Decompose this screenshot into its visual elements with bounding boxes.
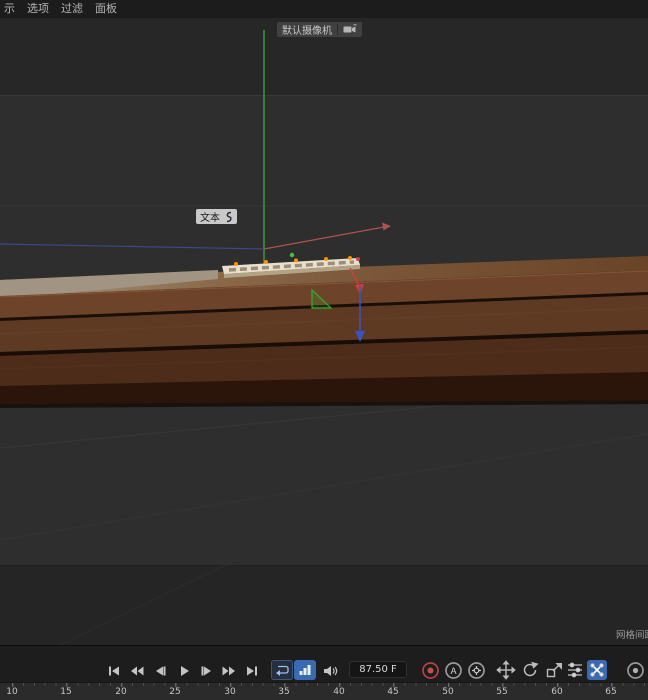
keyframe-selection-icon [468,662,485,679]
prev-frame-icon [155,666,165,675]
play-button[interactable] [174,661,193,680]
ruler-label: 25 [169,683,181,697]
grid-spacing-label: 网格间距 [615,630,648,641]
scene-3d-render [0,18,648,645]
menu-item-filter[interactable]: 过滤 [61,0,83,18]
ruler-label: 40 [333,683,345,697]
record-pla-toggle[interactable] [587,660,607,680]
record-position-toggle[interactable] [496,660,516,680]
next-frame-button[interactable] [197,661,216,680]
next-frame-icon [201,666,211,675]
svg-text:A: A [450,666,456,676]
record-keyframe-button[interactable] [421,661,440,680]
text-spline-icon [226,211,232,222]
menu-item-options[interactable]: 选项 [27,0,49,18]
camera-icon[interactable] [343,24,357,35]
goto-end-icon [246,666,257,675]
ruler-label: 15 [60,683,72,697]
record-rotation-icon [523,661,539,677]
ruler-label: 10 [6,683,18,697]
record-parameter-icon [568,662,582,678]
ruler-label: 60 [551,683,563,697]
keyframe-ramp-toggle[interactable] [294,660,316,680]
record-parameter-toggle[interactable] [565,660,585,680]
object-label-chip[interactable]: 文本 [196,209,237,224]
camera-label-chip[interactable]: 默认摄像机 [277,22,362,37]
autokey-icon: A [445,662,462,679]
goto-end-button[interactable] [242,661,261,680]
current-frame-value: 87.50 F [359,664,397,675]
record-keyframe-icon [422,662,439,679]
next-key-button[interactable] [219,661,238,680]
play-icon [180,665,189,676]
sound-toggle[interactable] [320,661,339,680]
loop-playback-toggle[interactable] [271,660,293,680]
ruler-label: 65 [605,683,617,697]
ruler-minor-ticks [12,683,648,686]
record-position-icon [496,660,516,680]
autokey-toggle[interactable]: A [444,661,463,680]
ruler-label: 55 [496,683,508,697]
prev-key-icon [130,666,143,675]
record-rotation-toggle[interactable] [520,660,540,680]
timeline-ruler[interactable]: 10 15 20 25 30 35 40 45 50 55 60 65 [0,682,648,700]
next-key-icon [222,666,235,675]
ruler-label: 35 [278,683,290,697]
ruler-label: 50 [442,683,454,697]
camera-label: 默认摄像机 [282,26,332,37]
ruler-label: 20 [115,683,127,697]
prev-frame-button[interactable] [150,661,169,680]
record-scale-icon [546,663,562,678]
loop-playback-icon [276,665,289,676]
c4d-window: 示 选项 过滤 面板 默认摄像机 文本 网格间 87.50 F A 10 15 … [0,0,648,700]
current-frame-field[interactable]: 87.50 F [349,661,407,678]
goto-start-button[interactable] [104,661,123,680]
viewport-menu-bar: 示 选项 过滤 面板 [0,0,648,18]
animation-toolbar: 87.50 F A [0,645,648,682]
solo-icon [627,662,644,679]
ruler-label: 30 [224,683,236,697]
keyframe-ramp-icon [299,665,311,675]
menu-item-panel[interactable]: 面板 [95,0,117,18]
solo-toggle[interactable] [626,661,645,680]
record-pla-icon [590,663,604,677]
goto-start-icon [108,666,119,675]
chip-divider [337,24,338,35]
viewport-3d[interactable]: 默认摄像机 文本 网格间距 [0,18,648,645]
menu-item-display[interactable]: 示 [4,0,15,18]
record-scale-toggle[interactable] [544,660,564,680]
ruler-label: 45 [387,683,399,697]
speaker-icon [323,665,337,676]
object-label: 文本 [200,213,220,224]
prev-key-button[interactable] [127,661,146,680]
keyframe-selection-button[interactable] [467,661,486,680]
